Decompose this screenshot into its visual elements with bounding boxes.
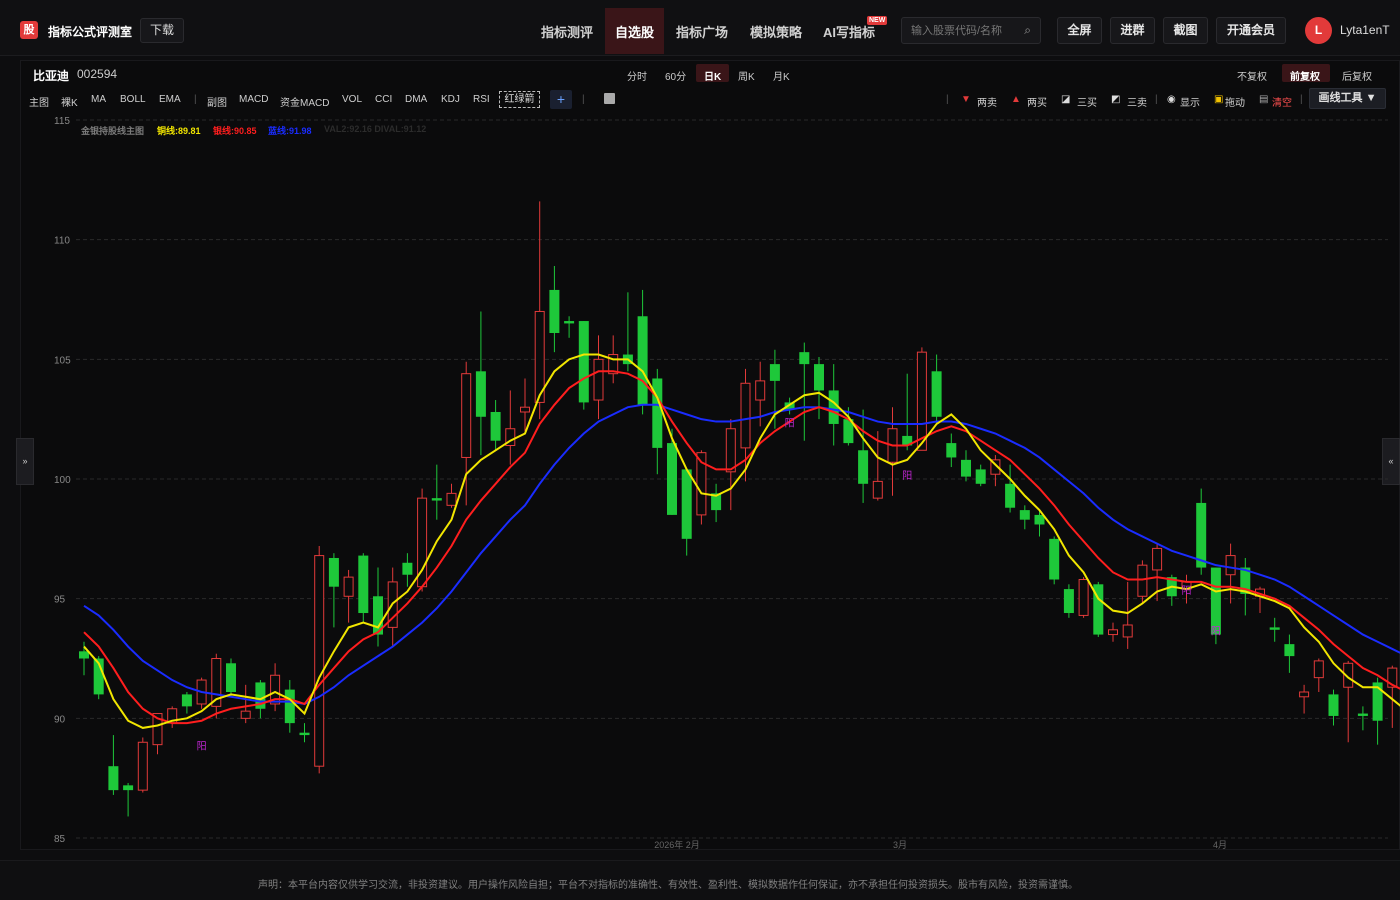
footer-disclaimer: 声明：本平台内容仅供学习交流，非投资建议。用户操作风险自担；平台不对指标的准确性… (258, 880, 1078, 891)
candle-down (490, 411, 501, 441)
candlestick-chart[interactable]: 115110105100959085 2026年 2月 3月 4月阳阳阳阳阳 (0, 0, 1400, 860)
y-tick-label: 115 (54, 116, 70, 127)
candle-down (931, 371, 942, 417)
candle-up (725, 428, 736, 473)
candle-down (578, 321, 589, 403)
legend-gold: 铜线:89.81 (157, 126, 201, 136)
y-tick-label: 95 (54, 595, 66, 606)
candle-down (181, 694, 192, 707)
x-tick-label: 3月 (893, 840, 907, 850)
candle-up (1137, 564, 1148, 597)
candle-down (1269, 627, 1280, 630)
candle-down (1005, 483, 1016, 508)
signal-marker: 阳 (1182, 585, 1192, 597)
candle-down (108, 766, 119, 791)
signal-marker: 阳 (785, 417, 795, 429)
candle-down (402, 562, 413, 575)
candle-up (1122, 624, 1133, 638)
candle-down (1019, 510, 1030, 520)
candle-down (961, 459, 971, 477)
legend-blue: 蓝线:91.98 (268, 126, 312, 136)
candle-down (1063, 589, 1074, 614)
y-tick-label: 105 (54, 355, 71, 366)
candle-down (769, 364, 780, 381)
candle-up (1108, 629, 1118, 636)
candle-down (358, 555, 369, 614)
candle-down (1328, 694, 1339, 716)
candle-down (799, 352, 810, 365)
candle-down (475, 371, 486, 417)
candle-down (226, 663, 236, 693)
candle-down (549, 289, 560, 334)
candle-up (1152, 547, 1163, 571)
candle-down (299, 732, 310, 736)
candle-down (667, 443, 677, 515)
legend-title: 金银持股线主图 (81, 126, 145, 136)
legend-extra: VAL2:92.16 DIVAL:91.12 (324, 124, 427, 134)
candle-up (593, 358, 604, 401)
candle-down (681, 469, 692, 539)
candle-up (1299, 691, 1310, 698)
candle-down (858, 450, 869, 484)
y-tick-label: 90 (54, 714, 66, 725)
candle-up (314, 555, 325, 767)
x-tick-label: 2026年 2月 (654, 839, 700, 850)
x-tick-label: 4月 (1213, 840, 1227, 850)
legend-silver: 银线:90.85 (213, 126, 257, 136)
y-tick-label: 85 (54, 834, 66, 845)
candle-up (137, 741, 148, 791)
candle-up (755, 380, 766, 401)
y-tick-label: 100 (54, 475, 71, 486)
candle-down (284, 689, 295, 724)
candle-up (916, 351, 927, 451)
candle-down (1049, 538, 1060, 580)
candle-up (461, 373, 472, 458)
candle-down (564, 321, 575, 324)
candle-up (520, 406, 530, 413)
candle-up (240, 710, 251, 719)
candle-down (652, 378, 663, 448)
candle-down (1196, 502, 1207, 568)
candle-up (740, 382, 751, 449)
candle-up (1225, 555, 1236, 576)
y-tick-label: 110 (54, 236, 70, 247)
candle-down (123, 785, 134, 791)
candle-down (431, 498, 442, 501)
candle-up (343, 576, 354, 597)
candle-down (1210, 567, 1221, 635)
candle-down (328, 557, 339, 587)
candle-down (79, 651, 89, 659)
candle-up (446, 492, 457, 506)
candle-down (1034, 514, 1045, 525)
candle-down (946, 443, 957, 458)
signal-marker: 阳 (1211, 626, 1221, 638)
candle-down (1284, 644, 1295, 657)
signal-marker: 阳 (902, 470, 912, 482)
candle-up (1078, 579, 1089, 616)
candle-down (975, 469, 986, 484)
candle-down (637, 316, 648, 405)
candle-down (814, 364, 824, 391)
candle-up (1313, 660, 1324, 679)
candle-up (872, 480, 883, 499)
signal-marker: 阳 (197, 740, 207, 752)
candle-down (1357, 713, 1368, 716)
